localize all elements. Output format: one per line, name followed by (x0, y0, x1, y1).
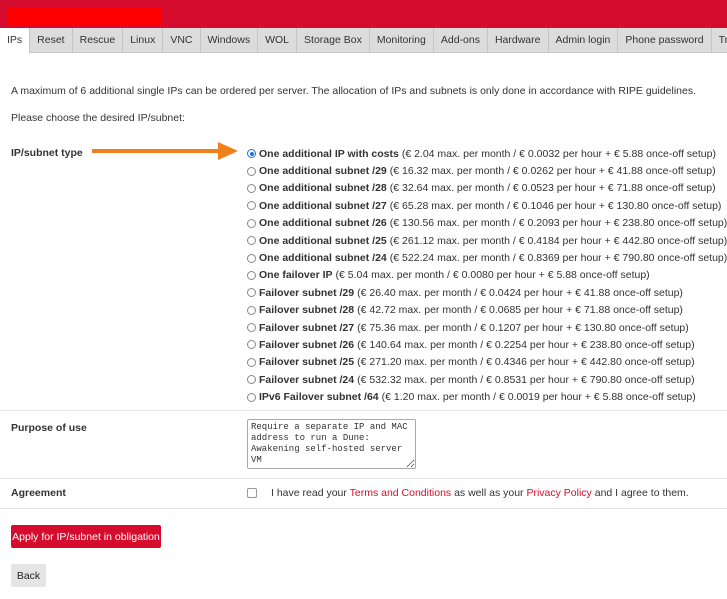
ip-option[interactable]: One additional subnet /28 (€ 32.64 max. p… (247, 180, 727, 197)
ip-option[interactable]: One additional subnet /27 (€ 65.28 max. p… (247, 197, 727, 214)
tab-phone-password[interactable]: Phone password (618, 28, 712, 52)
ip-option[interactable]: Failover subnet /24 (€ 532.32 max. per mo… (247, 371, 727, 388)
back-button[interactable]: Back (11, 564, 46, 587)
ip-option[interactable]: One additional subnet /25 (€ 261.12 max. … (247, 232, 727, 249)
terms-link[interactable]: Terms and Conditions (350, 487, 452, 499)
option-details: (€ 140.64 max. per month / € 0.2254 per … (357, 338, 695, 351)
ip-option[interactable]: One additional subnet /26 (€ 130.56 max. … (247, 215, 727, 232)
option-name: One failover IP (259, 269, 333, 282)
divider (0, 508, 727, 509)
tab-storage-box[interactable]: Storage Box (297, 28, 370, 52)
option-details: (€ 5.04 max. per month / € 0.0080 per ho… (335, 269, 650, 282)
agreement-checkbox[interactable] (247, 488, 257, 498)
divider (0, 410, 727, 411)
radio-button[interactable] (247, 149, 256, 159)
option-name: Failover subnet /26 (259, 338, 355, 351)
ip-option[interactable]: Failover subnet /27 (€ 75.36 max. per mon… (247, 319, 727, 336)
tab-add-ons[interactable]: Add-ons (434, 28, 488, 52)
option-details: (€ 261.12 max. per month / € 0.4184 per … (389, 234, 727, 247)
ip-option[interactable]: One failover IP (€ 5.04 max. per month / … (247, 267, 727, 284)
tab-windows[interactable]: Windows (201, 28, 259, 52)
ip-option[interactable]: One additional subnet /29 (€ 16.32 max. p… (247, 162, 727, 179)
ip-option[interactable]: Failover subnet /26 (€ 140.64 max. per mo… (247, 336, 727, 353)
tab-hardware[interactable]: Hardware (488, 28, 549, 52)
option-details: (€ 532.32 max. per month / € 0.8531 per … (357, 373, 695, 386)
option-name: Failover subnet /25 (259, 356, 355, 369)
ip-option[interactable]: Failover subnet /28 (€ 42.72 max. per mon… (247, 302, 727, 319)
ip-options-list: One additional IP with costs (€ 2.04 max.… (247, 145, 727, 406)
tab-vnc[interactable]: VNC (163, 28, 201, 52)
tab-bar: IPs Reset Rescue Linux VNC Windows WOL S… (0, 28, 727, 53)
radio-button[interactable] (247, 305, 256, 315)
radio-button[interactable] (247, 201, 256, 211)
tab-rescue[interactable]: Rescue (73, 28, 124, 52)
radio-button[interactable] (247, 288, 256, 298)
option-name: Failover subnet /29 (259, 286, 355, 299)
purpose-textarea[interactable]: Require a separate IP and MAC address to… (247, 419, 416, 469)
radio-button[interactable] (247, 340, 256, 350)
divider (0, 478, 727, 479)
ip-option[interactable]: Failover subnet /29 (€ 26.40 max. per mon… (247, 284, 727, 301)
option-details: (€ 26.40 max. per month / € 0.0424 per h… (357, 286, 683, 299)
option-details: (€ 271.20 max. per month / € 0.4346 per … (357, 356, 695, 369)
option-name: One additional subnet /27 (259, 199, 387, 212)
radio-button[interactable] (247, 236, 256, 246)
agreement-post: and I agree to them. (591, 487, 689, 499)
radio-button[interactable] (247, 357, 256, 367)
agreement-text: I have read your Terms and Conditions as… (271, 487, 689, 499)
apply-button[interactable]: Apply for IP/subnet in obligation (11, 525, 161, 548)
radio-button[interactable] (247, 392, 256, 402)
option-name: IPv6 Failover subnet /64 (259, 391, 379, 404)
option-name: Failover subnet /24 (259, 373, 355, 386)
top-brand-bar (0, 0, 727, 28)
radio-button[interactable] (247, 218, 256, 228)
agreement-mid: as well as your (451, 487, 527, 499)
option-name: One additional subnet /26 (259, 217, 387, 230)
option-details: (€ 130.56 max. per month / € 0.2093 per … (389, 217, 727, 230)
intro-text: A maximum of 6 additional single IPs can… (11, 85, 697, 97)
radio-button[interactable] (247, 323, 256, 333)
radio-button[interactable] (247, 270, 256, 280)
ip-option[interactable]: One additional IP with costs (€ 2.04 max.… (247, 145, 727, 162)
option-details: (€ 42.72 max. per month / € 0.0685 per h… (357, 304, 683, 317)
option-name: Failover subnet /28 (259, 304, 355, 317)
option-details: (€ 65.28 max. per month / € 0.1046 per h… (389, 199, 722, 212)
agreement-pre: I have read your (271, 487, 350, 499)
tab-reset[interactable]: Reset (30, 28, 73, 52)
ip-option[interactable]: One additional subnet /24 (€ 522.24 max. … (247, 249, 727, 266)
option-details: (€ 522.24 max. per month / € 0.8369 per … (389, 252, 727, 265)
tab-linux[interactable]: Linux (123, 28, 164, 52)
option-name: One additional subnet /25 (259, 234, 387, 247)
option-name: Failover subnet /27 (259, 321, 355, 334)
option-details: (€ 16.32 max. per month / € 0.0262 per h… (389, 165, 716, 178)
option-details: (€ 1.20 max. per month / € 0.0019 per ho… (381, 391, 696, 404)
ip-option[interactable]: IPv6 Failover subnet /64 (€ 1.20 max. per… (247, 388, 727, 405)
radio-button[interactable] (247, 166, 256, 176)
ip-type-label: IP/subnet type (11, 147, 83, 159)
radio-button[interactable] (247, 375, 256, 385)
redacted-title-block (8, 7, 161, 25)
radio-button[interactable] (247, 183, 256, 193)
orange-arrow-icon (92, 142, 238, 160)
option-details: (€ 32.64 max. per month / € 0.0523 per h… (389, 182, 716, 195)
tab-admin-login[interactable]: Admin login (549, 28, 619, 52)
option-name: One additional subnet /28 (259, 182, 387, 195)
ip-option[interactable]: Failover subnet /25 (€ 271.20 max. per mo… (247, 354, 727, 371)
tab-monitoring[interactable]: Monitoring (370, 28, 434, 52)
tab-transfer[interactable]: Transf (712, 28, 727, 52)
option-details: (€ 2.04 max. per month / € 0.0032 per ho… (401, 147, 716, 160)
radio-button[interactable] (247, 253, 256, 263)
option-details: (€ 75.36 max. per month / € 0.1207 per h… (357, 321, 689, 334)
option-name: One additional subnet /29 (259, 165, 387, 178)
purpose-label: Purpose of use (11, 422, 87, 434)
tab-ips[interactable]: IPs (0, 28, 31, 53)
privacy-link[interactable]: Privacy Policy (526, 487, 591, 499)
agreement-label: Agreement (11, 487, 66, 499)
choose-prompt: Please choose the desired IP/subnet: (11, 112, 185, 124)
option-name: One additional IP with costs (259, 147, 399, 160)
option-name: One additional subnet /24 (259, 252, 387, 265)
tab-wol[interactable]: WOL (258, 28, 298, 52)
